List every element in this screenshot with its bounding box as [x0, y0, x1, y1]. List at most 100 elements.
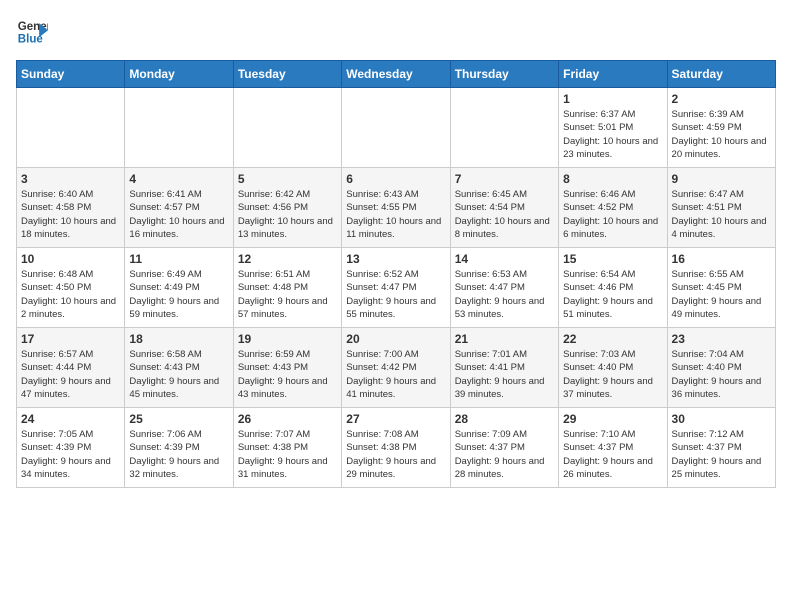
calendar-cell — [233, 88, 341, 168]
day-number: 8 — [563, 172, 662, 186]
weekday-header: Sunday — [17, 61, 125, 88]
calendar-cell: 24 Sunrise: 7:05 AM Sunset: 4:39 PM Dayli… — [17, 408, 125, 488]
calendar-cell — [450, 88, 558, 168]
day-number: 15 — [563, 252, 662, 266]
day-info: Sunrise: 6:59 AM Sunset: 4:43 PM Dayligh… — [238, 348, 337, 401]
day-number: 28 — [455, 412, 554, 426]
calendar-cell — [17, 88, 125, 168]
day-info: Sunrise: 6:42 AM Sunset: 4:56 PM Dayligh… — [238, 188, 337, 241]
calendar-cell: 8 Sunrise: 6:46 AM Sunset: 4:52 PM Daylig… — [559, 168, 667, 248]
calendar-cell: 10 Sunrise: 6:48 AM Sunset: 4:50 PM Dayli… — [17, 248, 125, 328]
day-number: 18 — [129, 332, 228, 346]
calendar-cell: 7 Sunrise: 6:45 AM Sunset: 4:54 PM Daylig… — [450, 168, 558, 248]
day-info: Sunrise: 7:08 AM Sunset: 4:38 PM Dayligh… — [346, 428, 445, 481]
day-info: Sunrise: 6:51 AM Sunset: 4:48 PM Dayligh… — [238, 268, 337, 321]
day-number: 25 — [129, 412, 228, 426]
day-number: 27 — [346, 412, 445, 426]
day-number: 11 — [129, 252, 228, 266]
day-number: 23 — [672, 332, 771, 346]
calendar-cell: 12 Sunrise: 6:51 AM Sunset: 4:48 PM Dayli… — [233, 248, 341, 328]
calendar-cell: 17 Sunrise: 6:57 AM Sunset: 4:44 PM Dayli… — [17, 328, 125, 408]
day-number: 24 — [21, 412, 120, 426]
day-info: Sunrise: 7:12 AM Sunset: 4:37 PM Dayligh… — [672, 428, 771, 481]
calendar-cell: 1 Sunrise: 6:37 AM Sunset: 5:01 PM Daylig… — [559, 88, 667, 168]
calendar-cell: 3 Sunrise: 6:40 AM Sunset: 4:58 PM Daylig… — [17, 168, 125, 248]
calendar-cell: 18 Sunrise: 6:58 AM Sunset: 4:43 PM Dayli… — [125, 328, 233, 408]
day-number: 5 — [238, 172, 337, 186]
day-info: Sunrise: 6:40 AM Sunset: 4:58 PM Dayligh… — [21, 188, 120, 241]
day-info: Sunrise: 6:41 AM Sunset: 4:57 PM Dayligh… — [129, 188, 228, 241]
day-number: 1 — [563, 92, 662, 106]
logo: General Blue — [16, 16, 48, 48]
day-number: 16 — [672, 252, 771, 266]
logo-icon: General Blue — [16, 16, 48, 48]
day-number: 7 — [455, 172, 554, 186]
day-info: Sunrise: 6:47 AM Sunset: 4:51 PM Dayligh… — [672, 188, 771, 241]
day-info: Sunrise: 7:05 AM Sunset: 4:39 PM Dayligh… — [21, 428, 120, 481]
day-number: 3 — [21, 172, 120, 186]
calendar-cell — [125, 88, 233, 168]
page-header: General Blue — [16, 16, 776, 48]
calendar-cell: 20Sunrise: 7:00 AM Sunset: 4:42 PM Dayli… — [342, 328, 450, 408]
calendar-cell: 23 Sunrise: 7:04 AM Sunset: 4:40 PM Dayli… — [667, 328, 775, 408]
weekday-header: Saturday — [667, 61, 775, 88]
calendar-cell: 28 Sunrise: 7:09 AM Sunset: 4:37 PM Dayli… — [450, 408, 558, 488]
weekday-header: Friday — [559, 61, 667, 88]
day-number: 14 — [455, 252, 554, 266]
day-info: Sunrise: 6:46 AM Sunset: 4:52 PM Dayligh… — [563, 188, 662, 241]
calendar-cell: 22Sunrise: 7:03 AM Sunset: 4:40 PM Dayli… — [559, 328, 667, 408]
calendar-cell: 9 Sunrise: 6:47 AM Sunset: 4:51 PM Daylig… — [667, 168, 775, 248]
day-info: Sunrise: 6:57 AM Sunset: 4:44 PM Dayligh… — [21, 348, 120, 401]
calendar-cell — [342, 88, 450, 168]
weekday-header: Monday — [125, 61, 233, 88]
day-number: 26 — [238, 412, 337, 426]
calendar-cell: 26 Sunrise: 7:07 AM Sunset: 4:38 PM Dayli… — [233, 408, 341, 488]
calendar-cell: 15 Sunrise: 6:54 AM Sunset: 4:46 PM Dayli… — [559, 248, 667, 328]
day-number: 4 — [129, 172, 228, 186]
day-info: Sunrise: 6:45 AM Sunset: 4:54 PM Dayligh… — [455, 188, 554, 241]
calendar-cell: 30 Sunrise: 7:12 AM Sunset: 4:37 PM Dayli… — [667, 408, 775, 488]
day-number: 22 — [563, 332, 662, 346]
calendar-cell: 13 Sunrise: 6:52 AM Sunset: 4:47 PM Dayli… — [342, 248, 450, 328]
day-number: 13 — [346, 252, 445, 266]
day-info: Sunrise: 7:09 AM Sunset: 4:37 PM Dayligh… — [455, 428, 554, 481]
day-info: Sunrise: 7:07 AM Sunset: 4:38 PM Dayligh… — [238, 428, 337, 481]
calendar-cell: 6Sunrise: 6:43 AM Sunset: 4:55 PM Daylig… — [342, 168, 450, 248]
day-info: Sunrise: 7:04 AM Sunset: 4:40 PM Dayligh… — [672, 348, 771, 401]
day-number: 10 — [21, 252, 120, 266]
calendar-cell: 16 Sunrise: 6:55 AM Sunset: 4:45 PM Dayli… — [667, 248, 775, 328]
calendar-cell: 4 Sunrise: 6:41 AM Sunset: 4:57 PM Daylig… — [125, 168, 233, 248]
day-number: 19 — [238, 332, 337, 346]
day-info: Sunrise: 7:06 AM Sunset: 4:39 PM Dayligh… — [129, 428, 228, 481]
day-info: Sunrise: 6:48 AM Sunset: 4:50 PM Dayligh… — [21, 268, 120, 321]
day-info: Sunrise: 6:37 AM Sunset: 5:01 PM Dayligh… — [563, 108, 662, 161]
calendar-cell: 19 Sunrise: 6:59 AM Sunset: 4:43 PM Dayli… — [233, 328, 341, 408]
calendar-cell: 5 Sunrise: 6:42 AM Sunset: 4:56 PM Daylig… — [233, 168, 341, 248]
day-info: Sunrise: 6:43 AM Sunset: 4:55 PM Dayligh… — [346, 188, 445, 241]
weekday-header: Wednesday — [342, 61, 450, 88]
day-info: Sunrise: 6:52 AM Sunset: 4:47 PM Dayligh… — [346, 268, 445, 321]
day-info: Sunrise: 6:55 AM Sunset: 4:45 PM Dayligh… — [672, 268, 771, 321]
calendar-cell: 14 Sunrise: 6:53 AM Sunset: 4:47 PM Dayli… — [450, 248, 558, 328]
weekday-header: Tuesday — [233, 61, 341, 88]
day-number: 12 — [238, 252, 337, 266]
day-info: Sunrise: 6:53 AM Sunset: 4:47 PM Dayligh… — [455, 268, 554, 321]
day-number: 29 — [563, 412, 662, 426]
day-number: 17 — [21, 332, 120, 346]
day-number: 9 — [672, 172, 771, 186]
calendar-cell: 2 Sunrise: 6:39 AM Sunset: 4:59 PM Daylig… — [667, 88, 775, 168]
calendar-cell: 21 Sunrise: 7:01 AM Sunset: 4:41 PM Dayli… — [450, 328, 558, 408]
weekday-header: Thursday — [450, 61, 558, 88]
day-number: 2 — [672, 92, 771, 106]
calendar-cell: 27 Sunrise: 7:08 AM Sunset: 4:38 PM Dayli… — [342, 408, 450, 488]
day-info: Sunrise: 6:49 AM Sunset: 4:49 PM Dayligh… — [129, 268, 228, 321]
day-info: Sunrise: 7:01 AM Sunset: 4:41 PM Dayligh… — [455, 348, 554, 401]
day-info: Sunrise: 7:00 AM Sunset: 4:42 PM Dayligh… — [346, 348, 445, 401]
day-info: Sunrise: 6:39 AM Sunset: 4:59 PM Dayligh… — [672, 108, 771, 161]
day-number: 30 — [672, 412, 771, 426]
day-number: 21 — [455, 332, 554, 346]
calendar-cell: 29 Sunrise: 7:10 AM Sunset: 4:37 PM Dayli… — [559, 408, 667, 488]
day-info: Sunrise: 6:54 AM Sunset: 4:46 PM Dayligh… — [563, 268, 662, 321]
day-info: Sunrise: 6:58 AM Sunset: 4:43 PM Dayligh… — [129, 348, 228, 401]
day-info: Sunrise: 7:10 AM Sunset: 4:37 PM Dayligh… — [563, 428, 662, 481]
